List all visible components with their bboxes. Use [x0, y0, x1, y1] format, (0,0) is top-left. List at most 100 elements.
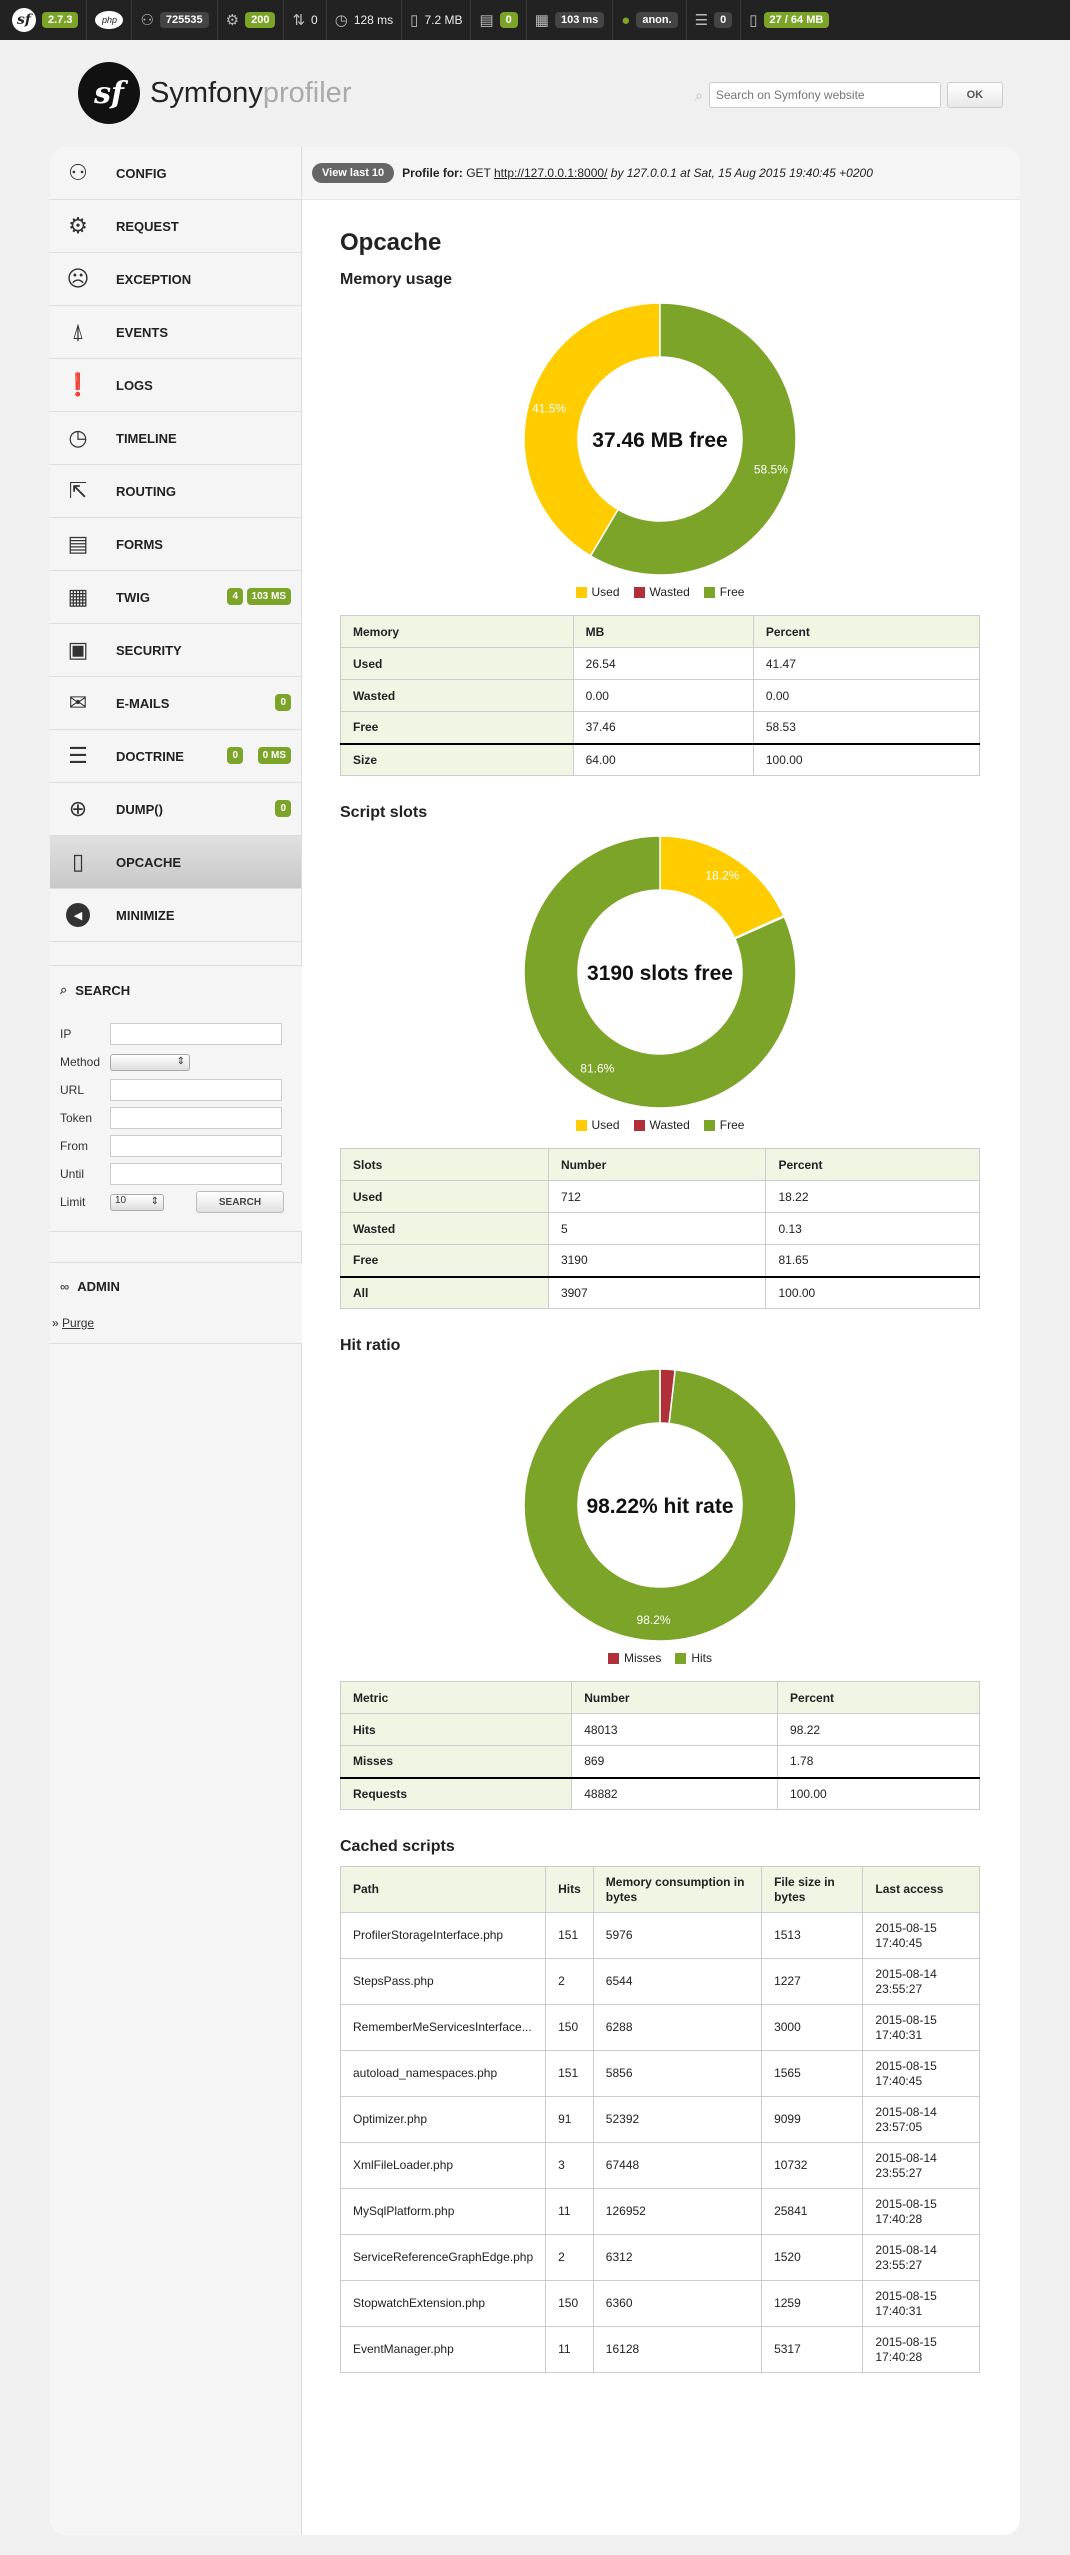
legend-hits: Hits — [675, 1651, 712, 1665]
table-cell: Optimizer.php — [339, 2096, 547, 2143]
sidebar-item-twig[interactable]: ▦ TWIG 103 MS 4 — [50, 571, 301, 624]
table-cell: 0.00 — [752, 679, 981, 712]
table-cell: 9099 — [761, 2096, 864, 2143]
table-cell: Free — [340, 1244, 549, 1277]
ip-input[interactable] — [110, 1023, 282, 1045]
cached-title: Cached scripts — [340, 1838, 455, 1855]
toolbar-opcache[interactable]: ▯ 27 / 64 MB — [741, 0, 837, 40]
table-cell: 2015-08-14 23:55:27 — [862, 2142, 980, 2189]
sidebar-item-doctrine[interactable]: ☰ DOCTRINE 0 MS 0 — [50, 730, 301, 783]
column-header: Percent — [752, 615, 981, 648]
table-cell: 2015-08-14 23:57:05 — [862, 2096, 980, 2143]
table-cell: 64.00 — [572, 742, 754, 776]
page-title: Opcache — [340, 229, 442, 256]
table-cell: 58.53 — [752, 711, 981, 744]
until-row: Until — [50, 1160, 302, 1188]
column-header: Percent — [777, 1681, 980, 1714]
table-cell: Free — [340, 711, 574, 744]
site-search-input[interactable] — [708, 82, 941, 108]
toolbar-php[interactable]: php — [87, 0, 133, 40]
table-cell: Used — [340, 647, 574, 680]
toolbar-redirects[interactable]: ⇅ 0 — [284, 0, 327, 40]
table-cell: 0.00 — [572, 679, 754, 712]
table-cell: MySqlPlatform.php — [339, 2188, 547, 2235]
profiler-container: ⚇ CONFIG ⚙ REQUEST ☹ EXCEPTION ⍋ EVENTS ❗ LOGS ◷ TI… — [50, 147, 1020, 2535]
slice-label: 81.6% — [580, 1061, 614, 1075]
sidebar-item-security[interactable]: ▣ SECURITY — [50, 624, 301, 677]
sidebar-item-routing[interactable]: ⇱ ROUTING — [50, 465, 301, 518]
header-logo[interactable]: sf Symfonyprofiler — [78, 62, 351, 124]
table-cell: 3000 — [761, 2004, 864, 2051]
toolbar-request[interactable]: ⚇ 725535 — [132, 0, 218, 40]
view-last-button[interactable]: View last 10 — [312, 163, 395, 183]
sidebar-item-label: TIMELINE — [116, 430, 177, 446]
table-header-row: Metric Number Percent — [339, 1681, 980, 1714]
table-cell: Used — [340, 1180, 549, 1213]
from-input[interactable] — [110, 1135, 282, 1157]
toolbar-symfony[interactable]: sf 2.7.3 — [4, 0, 88, 40]
table-cell: 3907 — [547, 1275, 767, 1309]
table-cell: 6360 — [592, 2280, 763, 2327]
sidebar-item-request[interactable]: ⚙ REQUEST — [50, 200, 301, 253]
sidebar-badge: 0 — [227, 747, 243, 764]
sidebar-item-minimize[interactable]: ◀ MINIMIZE — [50, 889, 301, 942]
sidebar-item-config[interactable]: ⚇ CONFIG — [50, 147, 301, 200]
purge-link[interactable]: Purge — [62, 1316, 94, 1330]
limit-select[interactable]: 10 ⇕ — [110, 1193, 164, 1211]
donut-chart-svg: 41.5% 58.5% 37.46 MB free — [523, 302, 797, 576]
sidebar-menu: ⚇ CONFIG ⚙ REQUEST ☹ EXCEPTION ⍋ EVENTS ❗ LOGS ◷ TI… — [50, 147, 301, 942]
redirect-icon: ⇅ — [292, 12, 306, 29]
table-cell: 1513 — [761, 1912, 864, 1959]
toolbar-memory[interactable]: ▯ 7.2 MB — [402, 0, 472, 40]
table-cell: Misses — [339, 1745, 573, 1778]
sidebar: ⚇ CONFIG ⚙ REQUEST ☹ EXCEPTION ⍋ EVENTS ❗ LOGS ◷ TI… — [50, 147, 302, 2535]
table-cell: 37.46 — [572, 711, 754, 744]
sidebar-item-label: EXCEPTION — [116, 271, 192, 287]
profile-url-link[interactable]: http://127.0.0.1:8000/ — [494, 166, 607, 180]
center-label: 3190 slots free — [587, 962, 733, 985]
sidebar-item-events[interactable]: ⍋ EVENTS — [50, 306, 301, 359]
ip-row: IP — [50, 1020, 302, 1048]
twig-icon: ▦ — [67, 584, 89, 609]
donut-chart-svg: 98.2% 98.22% hit rate — [523, 1368, 797, 1642]
table-cell: RememberMeServicesInterface... — [339, 2004, 547, 2051]
method-select[interactable]: ⇕ — [110, 1053, 190, 1071]
sidebar-item-exception[interactable]: ☹ EXCEPTION — [50, 253, 301, 306]
sidebar-item-opcache[interactable]: ▯ OPCACHE — [50, 836, 301, 889]
table-cell: 10732 — [761, 2142, 864, 2189]
search-button[interactable]: SEARCH — [196, 1191, 284, 1213]
sidebar-item-forms[interactable]: ▤ FORMS — [50, 518, 301, 571]
search-panel-title: ⌕ SEARCH — [60, 982, 131, 998]
table-cell: 18.22 — [765, 1180, 980, 1213]
sidebar-badge: 0 — [275, 800, 291, 817]
profile-method: GET — [466, 166, 491, 180]
search-ok-button[interactable]: OK — [946, 82, 1003, 108]
table-row: Optimizer.php 91 52392 9099 2015-08-14 23:57… — [339, 2096, 980, 2143]
table-cell: 1.78 — [777, 1745, 980, 1778]
table-cell: 5 — [547, 1212, 767, 1245]
toolbar-status[interactable]: ⚙ 200 — [218, 0, 285, 40]
hit-title: Hit ratio — [340, 1337, 401, 1354]
sidebar-item-logs[interactable]: ❗ LOGS — [50, 359, 301, 412]
url-input[interactable] — [110, 1079, 282, 1101]
toolbar-time[interactable]: ◷ 128 ms — [327, 0, 403, 40]
until-input[interactable] — [110, 1163, 282, 1185]
sidebar-item-dump[interactable]: ⊕ DUMP() 0 — [50, 783, 301, 836]
column-header: Number — [571, 1681, 779, 1714]
table-cell: 151 — [545, 2050, 594, 2097]
from-label: From — [60, 1139, 88, 1153]
table-cell: 91 — [545, 2096, 594, 2143]
toolbar-db[interactable]: ☰ 0 — [687, 0, 742, 40]
sidebar-item-e-mails[interactable]: ✉ E-MAILS 0 — [50, 677, 301, 730]
toolbar-twig[interactable]: ▦ 103 ms — [527, 0, 614, 40]
legend-free: Free — [703, 1118, 744, 1132]
emails-icon: ✉ — [68, 690, 88, 715]
url-label: URL — [60, 1083, 85, 1097]
toolbar-logs[interactable]: ▤ 0 — [471, 0, 527, 40]
toolbar-security[interactable]: ● anon. — [613, 0, 687, 40]
link-icon: ∞ — [60, 1279, 70, 1294]
sidebar-item-timeline[interactable]: ◷ TIMELINE — [50, 412, 301, 465]
token-input[interactable] — [110, 1107, 282, 1129]
sidebar-item-label: DUMP() — [116, 801, 163, 817]
search-panel: ⌕ SEARCH IP Method ⇕ URL Token From Until … — [50, 965, 302, 1232]
